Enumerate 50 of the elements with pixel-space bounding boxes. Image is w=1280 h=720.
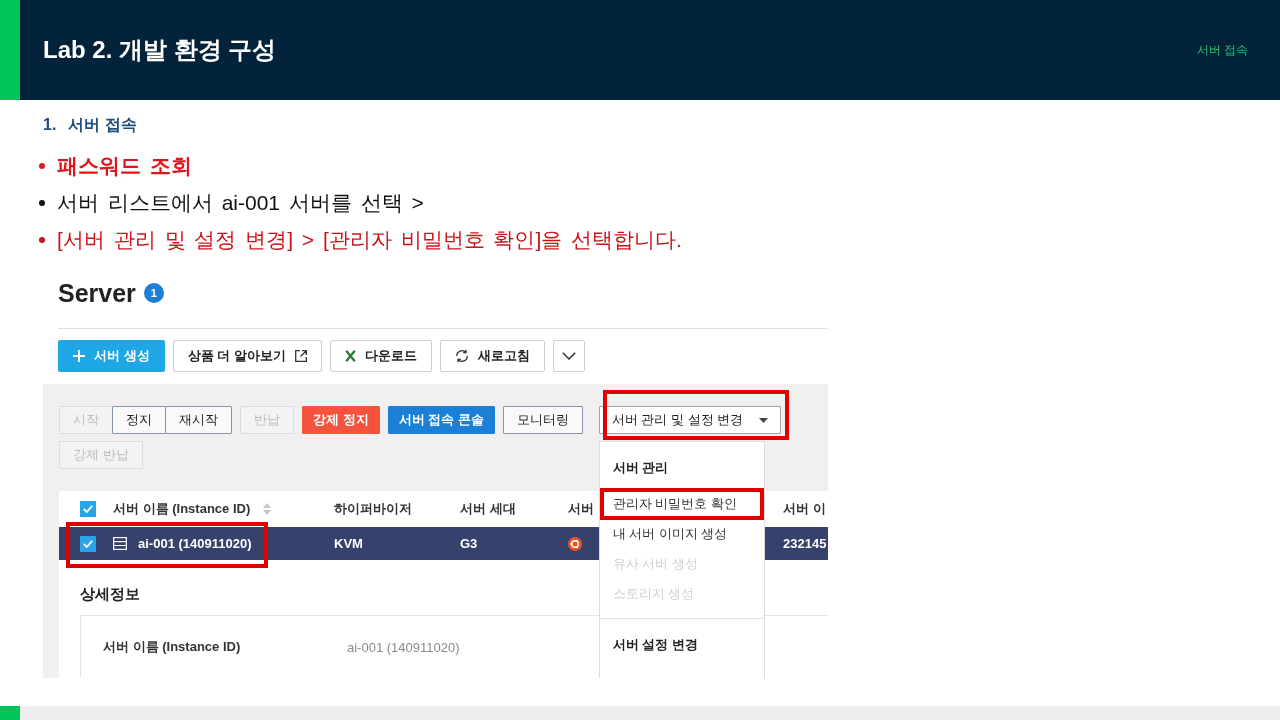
bullet-text: 패스워드 조회	[57, 152, 192, 179]
circle-logo-icon	[568, 536, 582, 551]
action-button[interactable]: 모니터링	[502, 406, 583, 434]
chevron-down-icon	[561, 352, 576, 360]
field-label: 서버 이름 (Instance ID)	[103, 638, 242, 656]
sort-icon[interactable]	[263, 503, 272, 515]
bullet-icon	[39, 236, 45, 243]
toolbar-button[interactable]: 새로고침	[439, 340, 545, 372]
accent-strip	[0, 706, 20, 720]
checkmark-icon	[83, 539, 93, 548]
table-cell: KVM	[334, 536, 363, 551]
action-button[interactable]: 서버 접속 콘솔	[387, 406, 495, 434]
bullet-text: 서버 리스트에서 ai-001 서버를 선택 >	[57, 189, 424, 216]
action-button[interactable]: 정지	[112, 406, 166, 434]
x-mark-icon	[344, 350, 356, 362]
checkmark-icon	[83, 505, 93, 513]
column-header: 서버 이	[783, 500, 826, 518]
plus-icon	[73, 350, 85, 362]
checkbox[interactable]	[80, 535, 96, 552]
bullet-text: [서버 관리 및 설정 변경] > [관리자 비밀번호 확인]을 선택합니다.	[57, 226, 682, 253]
caret-down-icon	[759, 417, 769, 423]
menu-heading: 서버 설정 변경	[611, 636, 700, 654]
column-header[interactable]: 서버 이름 (Instance ID)	[113, 500, 251, 518]
toolbar-button[interactable]: 다운로드	[329, 340, 432, 372]
toolbar-button[interactable]: 상품 더 알아보기	[172, 340, 322, 372]
detail-title: 상세정보	[80, 584, 140, 604]
section-number: 1.	[43, 116, 57, 134]
section-label: 서버 접속	[1196, 41, 1248, 59]
table-cell: ai-001 (140911020)	[138, 536, 252, 551]
checkbox[interactable]	[80, 501, 96, 517]
page-title: Server	[58, 278, 136, 308]
menu-heading: 서버 관리	[611, 459, 670, 477]
section-title: 서버 접속	[68, 114, 137, 135]
column-header: 서버	[568, 500, 594, 518]
expand-button[interactable]	[552, 340, 585, 372]
table-cell: 232145	[783, 536, 827, 551]
slide-title: Lab 2. 개발 환경 구성	[43, 35, 277, 65]
dropdown-button[interactable]: 서버 관리 및 설정 변경	[598, 406, 782, 434]
column-header: 서버 세대	[460, 500, 516, 518]
count-badge: 1	[143, 283, 164, 303]
table-cell: G3	[460, 536, 478, 551]
refresh-icon	[454, 349, 469, 363]
field-value: ai-001 (140911020)	[347, 639, 460, 655]
server-icon	[113, 537, 127, 550]
bullet-icon	[39, 199, 45, 206]
menu-item[interactable]: 관리자 비밀번호 확인	[604, 493, 755, 515]
bullet-icon	[39, 162, 45, 169]
external-link-icon	[294, 350, 307, 362]
action-button[interactable]: 재시작	[165, 406, 232, 434]
column-header: 하이퍼바이저	[334, 500, 412, 518]
